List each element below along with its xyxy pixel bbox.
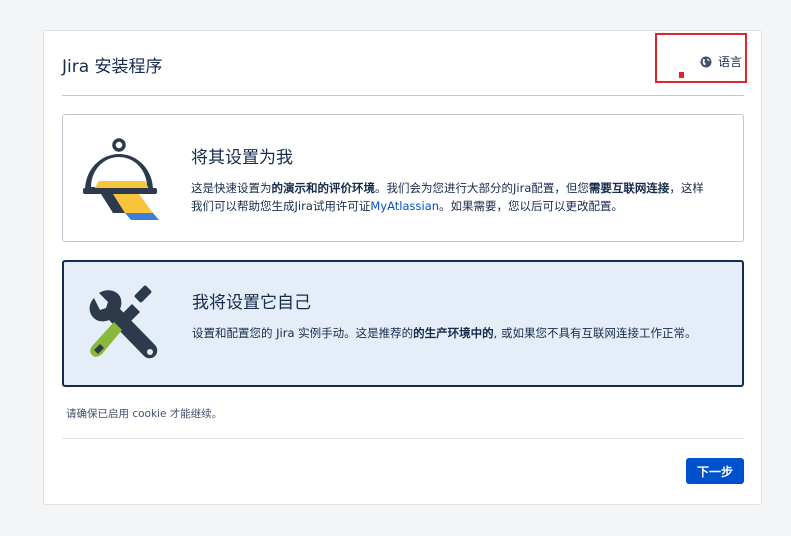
option-heading: 我将设置它自己 [192, 293, 311, 313]
language-label: 语言 [717, 55, 742, 69]
option-setup-for-me[interactable]: 将其设置为我 这是快速设置为的演示和的评价环境。我们会为您进行大部分的Jira配… [62, 114, 744, 242]
page-title: Jira 安装程序 [62, 57, 163, 77]
setup-panel: Jira 安装程序 语言 将其设置为我 这是快速设置为的演示和的评价环境。我们会… [43, 30, 762, 505]
option-description: 设置和配置您的 Jira 实例手动。这是推荐的的生产环境中的, 或如果您不具有互… [192, 326, 697, 340]
myatlassian-link[interactable]: MyAtlassian [370, 199, 439, 213]
option-heading: 将其设置为我 [191, 148, 293, 168]
panel-header: Jira 安装程序 语言 [62, 31, 744, 96]
next-button[interactable]: 下一步 [686, 458, 744, 484]
tools-icon [89, 285, 158, 359]
globe-icon [700, 56, 712, 67]
service-bell-icon [83, 138, 159, 220]
cookie-note: 请确保已启用 cookie 才能继续。 [66, 408, 223, 420]
language-button[interactable]: 语言 [700, 53, 742, 70]
footer-divider [62, 438, 744, 439]
option-manual-setup[interactable]: 我将设置它自己 设置和配置您的 Jira 实例手动。这是推荐的的生产环境中的, … [62, 260, 744, 387]
option-description: 这是快速设置为的演示和的评价环境。我们会为您进行大部分的Jira配置，但您需要互… [191, 181, 704, 213]
